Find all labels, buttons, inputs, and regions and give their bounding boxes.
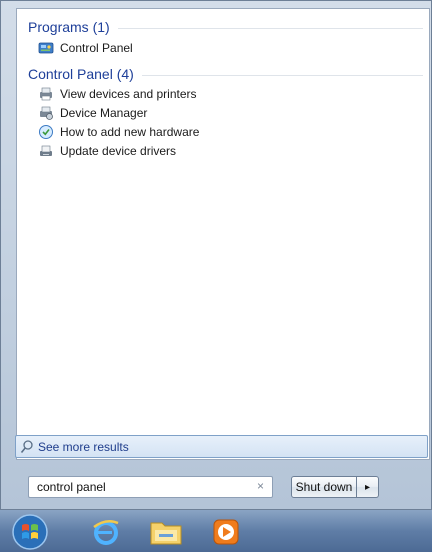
result-label: Device Manager bbox=[60, 106, 148, 120]
control-panel-icon bbox=[38, 40, 54, 56]
group-header-programs[interactable]: Programs (1) bbox=[28, 17, 423, 37]
device-manager-icon bbox=[38, 105, 54, 121]
shutdown-button[interactable]: Shut down bbox=[291, 476, 357, 498]
result-update-drivers[interactable]: Update device drivers bbox=[38, 142, 176, 160]
group-title-programs: Programs (1) bbox=[28, 19, 110, 35]
result-view-devices-printers[interactable]: View devices and printers bbox=[38, 85, 197, 103]
media-player[interactable] bbox=[206, 514, 246, 550]
group-title-control-panel: Control Panel (4) bbox=[28, 66, 134, 82]
file-explorer[interactable] bbox=[146, 514, 186, 550]
shutdown-group: Shut down ▸ bbox=[291, 476, 379, 498]
result-control-panel[interactable]: Control Panel bbox=[38, 39, 133, 57]
search-box[interactable]: × bbox=[28, 476, 273, 498]
taskbar bbox=[0, 510, 432, 552]
windows-logo-icon bbox=[12, 514, 48, 550]
add-hardware-icon bbox=[38, 124, 54, 140]
devices-printers-icon bbox=[38, 86, 54, 102]
result-label: How to add new hardware bbox=[60, 125, 200, 139]
see-more-label: See more results bbox=[38, 439, 129, 454]
group-divider bbox=[141, 74, 423, 76]
result-device-manager[interactable]: Device Manager bbox=[38, 104, 147, 122]
see-more-results[interactable]: See more results bbox=[15, 435, 428, 458]
media-player-icon bbox=[213, 519, 239, 545]
folder-icon bbox=[150, 522, 182, 545]
internet-explorer[interactable] bbox=[86, 514, 126, 550]
clear-search-icon[interactable]: × bbox=[257, 479, 264, 493]
search-results-pane: Programs (1) Control Panel Control Panel… bbox=[16, 8, 430, 460]
search-icon bbox=[20, 439, 34, 455]
result-label: Control Panel bbox=[60, 41, 133, 55]
result-label: Update device drivers bbox=[60, 144, 177, 158]
device-drivers-icon bbox=[38, 143, 54, 159]
start-orb[interactable] bbox=[8, 514, 52, 550]
result-label: View devices and printers bbox=[60, 87, 197, 101]
shutdown-options-arrow-icon[interactable]: ▸ bbox=[357, 476, 379, 498]
start-menu: Programs (1) Control Panel Control Panel… bbox=[0, 0, 432, 510]
internet-explorer-icon bbox=[93, 519, 119, 545]
group-header-control-panel[interactable]: Control Panel (4) bbox=[28, 64, 423, 84]
result-add-hardware[interactable]: How to add new hardware bbox=[38, 123, 199, 141]
group-divider bbox=[117, 27, 423, 29]
search-input[interactable] bbox=[29, 478, 237, 496]
